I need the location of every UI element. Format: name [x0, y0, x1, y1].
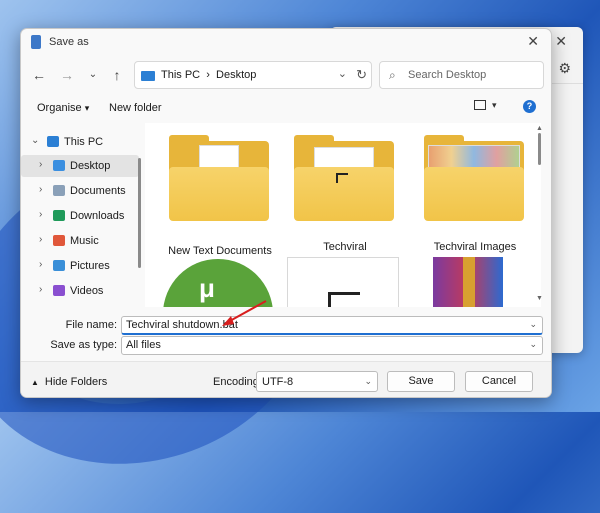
save-as-type-value: All files: [126, 339, 161, 351]
file-list-scrollbar[interactable]: ▲ ▼: [536, 123, 543, 307]
navigation-bar: ← → ⌄ ↑ This PC › Desktop ⌄ ↻ ⌕: [21, 59, 551, 93]
sidebar-item-label: Desktop: [70, 160, 111, 172]
up-arrow-icon[interactable]: ↑: [107, 65, 127, 85]
scroll-up-icon[interactable]: ▲: [536, 125, 543, 132]
file-name-row: File name: Techviral shutdown.bat ⌄: [21, 315, 551, 337]
close-icon[interactable]: ✕: [555, 33, 567, 50]
chevron-right-icon[interactable]: ›: [39, 259, 42, 270]
music-icon: [53, 235, 65, 246]
chevron-right-icon[interactable]: ›: [39, 159, 42, 170]
scroll-down-icon[interactable]: ▼: [536, 295, 543, 302]
folder-icon: [294, 135, 394, 221]
recent-locations-chevron-icon[interactable]: ⌄: [83, 65, 103, 85]
monitor-icon: [141, 71, 155, 81]
notepad-icon: [31, 35, 41, 49]
gear-icon[interactable]: ⚙: [558, 60, 571, 77]
dialog-title: Save as: [49, 36, 89, 48]
app-icon[interactable]: μ: [163, 259, 273, 307]
navigation-pane: ⌄ This PC › Desktop › Documents › Downlo…: [21, 123, 141, 307]
save-as-dialog: Save as ✕ ← → ⌄ ↑ This PC › Desktop ⌄ ↻ …: [20, 28, 552, 398]
documents-icon: [53, 185, 65, 196]
folder-label: New Text Documents: [168, 245, 272, 257]
sidebar-scrollbar[interactable]: [138, 158, 141, 268]
sidebar-item-music[interactable]: › Music: [21, 230, 139, 252]
hide-folders-label: Hide Folders: [44, 376, 108, 388]
winrar-icon[interactable]: [433, 257, 503, 307]
address-bar[interactable]: This PC › Desktop ⌄ ↻: [134, 61, 372, 89]
sidebar-item-label: Music: [70, 235, 99, 247]
download-icon: [53, 210, 65, 221]
refresh-icon[interactable]: ↻: [356, 67, 367, 83]
chevron-right-icon[interactable]: ›: [39, 209, 42, 220]
chevron-expanded-icon[interactable]: ⌄: [31, 135, 39, 146]
chevron-down-icon[interactable]: ▾: [492, 100, 497, 111]
back-arrow-icon[interactable]: ←: [29, 65, 49, 85]
file-thumbnail-icon: [328, 292, 360, 307]
utorrent-icon: μ: [199, 273, 215, 303]
sidebar-item-label: Documents: [70, 185, 126, 197]
save-as-type-label: Save as type:: [50, 339, 117, 351]
sidebar-item-this-pc[interactable]: ⌄ This PC: [21, 131, 139, 153]
desktop-icon: [53, 160, 65, 171]
sidebar-item-label: This PC: [64, 136, 104, 148]
dialog-footer: ▲ Hide Folders Encoding: UTF-8 ⌄ Save Can…: [21, 361, 551, 397]
chevron-up-icon: ▲: [31, 378, 39, 387]
sidebar-item-videos[interactable]: › Videos: [21, 280, 139, 302]
breadcrumb[interactable]: This PC › Desktop: [161, 69, 256, 81]
view-options-icon[interactable]: [474, 100, 486, 110]
close-icon[interactable]: ✕: [527, 33, 539, 50]
organise-button[interactable]: Organise ▾: [37, 102, 89, 114]
sidebar-item-desktop[interactable]: › Desktop: [21, 155, 139, 177]
chevron-down-icon: ▾: [84, 103, 90, 113]
address-dropdown-icon[interactable]: ⌄: [338, 67, 347, 80]
encoding-value: UTF-8: [262, 376, 294, 388]
breadcrumb-desktop[interactable]: Desktop: [216, 69, 256, 81]
new-folder-button[interactable]: New folder: [109, 102, 162, 114]
file-list: New Text Documents Techviral Techviral I…: [145, 123, 541, 307]
file-name-value[interactable]: Techviral shutdown.bat: [126, 319, 238, 331]
monitor-icon: [47, 136, 59, 147]
folder-label: Techviral Images: [433, 241, 517, 253]
save-as-type-select[interactable]: All files ⌄: [121, 336, 543, 355]
sidebar-item-label: Videos: [70, 285, 104, 297]
hide-folders-button[interactable]: ▲ Hide Folders: [31, 376, 107, 388]
cancel-button[interactable]: Cancel: [465, 371, 533, 392]
forward-arrow-icon[interactable]: →: [57, 65, 77, 85]
videos-icon: [53, 285, 65, 296]
search-icon: ⌕: [389, 68, 396, 82]
title-bar: Save as ✕: [21, 29, 551, 55]
folder-icon: [169, 135, 269, 221]
sidebar-item-pictures[interactable]: › Pictures: [21, 255, 139, 277]
file-item[interactable]: [287, 257, 399, 307]
file-name-label: File name:: [65, 319, 117, 331]
chevron-down-icon: ⌄: [364, 376, 372, 386]
save-as-type-row: Save as type: All files ⌄: [21, 335, 551, 357]
sidebar-item-label: Pictures: [70, 260, 110, 272]
encoding-select[interactable]: UTF-8 ⌄: [256, 371, 378, 392]
pictures-icon: [53, 260, 65, 271]
file-name-field[interactable]: Techviral shutdown.bat ⌄: [121, 316, 543, 335]
chevron-down-icon[interactable]: ⌄: [529, 319, 537, 330]
help-icon[interactable]: ?: [523, 100, 536, 113]
save-button[interactable]: Save: [387, 371, 455, 392]
encoding-label: Encoding:: [213, 376, 262, 388]
sidebar-item-label: Downloads: [70, 210, 125, 222]
search-input[interactable]: [408, 67, 538, 83]
chevron-right-icon[interactable]: ›: [39, 284, 42, 295]
breadcrumb-separator: ›: [206, 69, 210, 81]
breadcrumb-this-pc[interactable]: This PC: [161, 69, 200, 81]
organise-label: Organise: [37, 102, 82, 114]
chevron-right-icon[interactable]: ›: [39, 234, 42, 245]
chevron-right-icon[interactable]: ›: [39, 184, 42, 195]
scroll-thumb[interactable]: [538, 133, 541, 165]
folder-label: Techviral: [323, 241, 367, 253]
sidebar-item-downloads[interactable]: › Downloads: [21, 205, 139, 227]
search-box[interactable]: ⌕: [379, 61, 544, 89]
sidebar-item-documents[interactable]: › Documents: [21, 180, 139, 202]
chevron-down-icon[interactable]: ⌄: [529, 339, 537, 350]
folder-icon: [424, 135, 524, 221]
command-bar: Organise ▾ New folder ▾ ?: [21, 97, 551, 121]
